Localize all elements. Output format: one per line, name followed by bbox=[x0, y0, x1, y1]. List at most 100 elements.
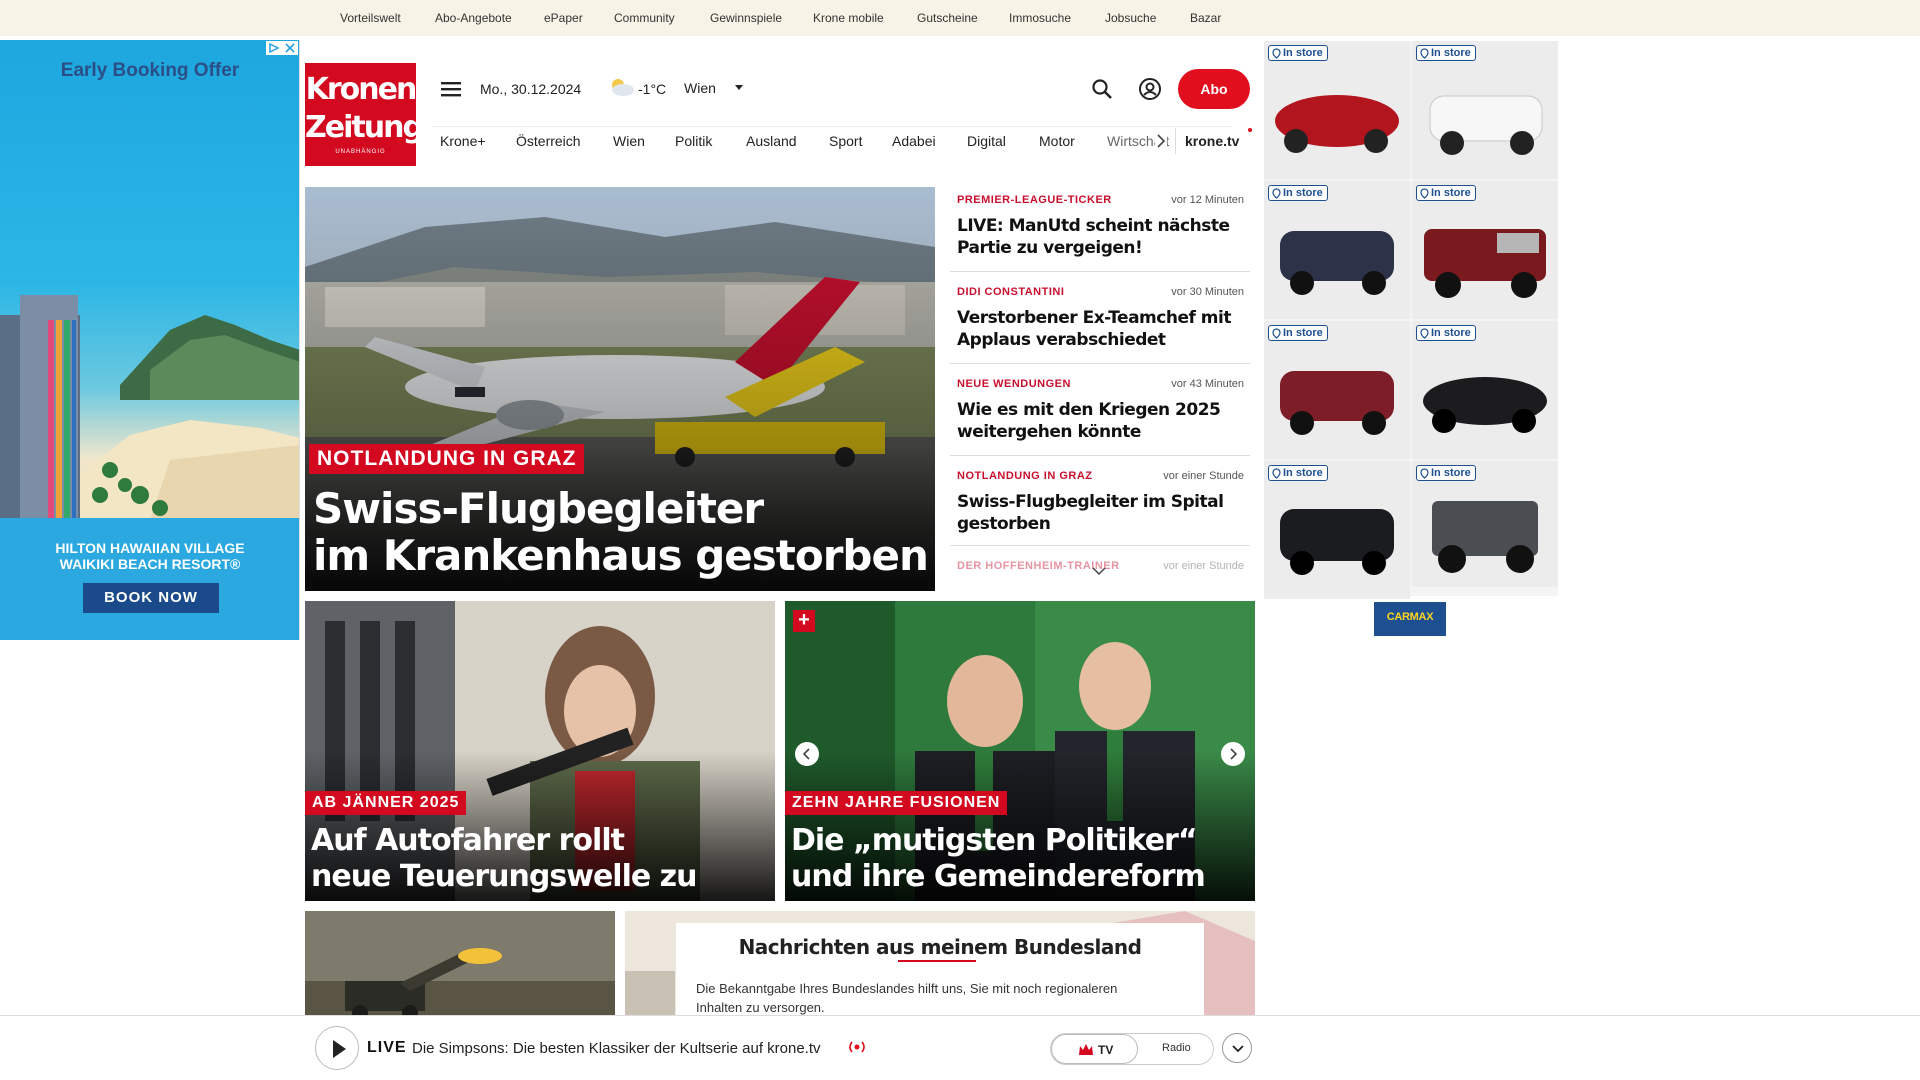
radio-toggle-option[interactable]: Radio bbox=[1162, 1042, 1191, 1054]
teaser-title[interactable]: Die „mutigsten Politiker“ und ihre Gemei… bbox=[791, 823, 1206, 895]
teaser-kicker: AB JÄNNER 2025 bbox=[305, 791, 467, 815]
chevron-down-icon bbox=[1232, 1045, 1244, 1053]
ticker-time: vor einer Stunde bbox=[1163, 560, 1244, 572]
topnav-link-jobsuche[interactable]: Jobsuche bbox=[1105, 11, 1156, 25]
ad-book-now-button[interactable]: BOOK NOW bbox=[83, 583, 219, 613]
tv-toggle-option[interactable]: TV bbox=[1051, 1034, 1138, 1064]
hero-article[interactable]: NOTLANDUNG IN GRAZ Swiss-Flugbegleiter i… bbox=[305, 187, 935, 591]
nav-item-ausland[interactable]: Ausland bbox=[746, 133, 797, 149]
car-listing-tile[interactable]: In store bbox=[1264, 321, 1410, 459]
live-stream-title[interactable]: Die Simpsons: Die besten Klassiker der K… bbox=[412, 1040, 821, 1057]
nav-item-adabei[interactable]: Adabei bbox=[892, 133, 936, 149]
hero-title[interactable]: Swiss-Flugbegleiter im Krankenhaus gesto… bbox=[313, 485, 929, 580]
carmax-logo-text: CARMAX bbox=[1386, 611, 1434, 623]
ticker-title: Swiss-Flugbegleiter im Spital gestorben bbox=[957, 492, 1224, 534]
ticker-time: vor 43 Minuten bbox=[1171, 378, 1244, 390]
topnav-link-epaper[interactable]: ePaper bbox=[544, 11, 583, 25]
ticker-item[interactable]: NEUE WENDUNGEN vor 43 Minuten Wie es mit… bbox=[950, 371, 1250, 456]
weather-cloud-sun-icon bbox=[607, 76, 635, 98]
car-listing-tile[interactable]: In store bbox=[1412, 461, 1558, 587]
carousel-next-button[interactable] bbox=[1221, 742, 1245, 766]
in-store-badge: In store bbox=[1268, 45, 1328, 61]
ticker-item[interactable]: DIDI CONSTANTINI vor 30 Minuten Verstorb… bbox=[950, 279, 1250, 364]
in-store-label: In store bbox=[1283, 47, 1323, 59]
in-store-badge: In store bbox=[1416, 185, 1476, 201]
play-button[interactable] bbox=[315, 1026, 359, 1070]
car-image-red-convertible bbox=[1264, 41, 1410, 179]
ticker-item[interactable]: NOTLANDUNG IN GRAZ vor einer Stunde Swis… bbox=[950, 463, 1250, 546]
car-listing-tile[interactable]: In store bbox=[1412, 181, 1558, 319]
topnav-link-vorteilswelt[interactable]: Vorteilswelt bbox=[340, 11, 401, 25]
expand-player-button[interactable] bbox=[1222, 1033, 1252, 1063]
car-image-black-suv bbox=[1264, 461, 1410, 599]
hero-kicker: NOTLANDUNG IN GRAZ bbox=[309, 444, 585, 474]
nav-item-motor[interactable]: Motor bbox=[1039, 133, 1075, 149]
topnav-link-gewinnspiele[interactable]: Gewinnspiele bbox=[710, 11, 782, 25]
car-image-red-pickup bbox=[1412, 181, 1558, 319]
car-listing-tile[interactable]: In store bbox=[1264, 41, 1410, 179]
user-account-icon[interactable] bbox=[1138, 77, 1162, 101]
adchoices-icon bbox=[269, 42, 280, 54]
ad-hotel-line-1: HILTON HAWAIIAN VILLAGE bbox=[55, 540, 245, 556]
live-player-bar: LIVE Die Simpsons: Die besten Klassiker … bbox=[0, 1015, 1920, 1080]
teaser-kicker: ZEHN JAHRE FUSIONEN bbox=[785, 791, 1008, 815]
nav-item-wien[interactable]: Wien bbox=[613, 133, 645, 149]
nav-item-digital[interactable]: Digital bbox=[967, 133, 1006, 149]
nav-item-politik[interactable]: Politik bbox=[675, 133, 712, 149]
car-listing-tile[interactable]: In store bbox=[1264, 181, 1410, 319]
search-icon[interactable] bbox=[1091, 78, 1113, 100]
topnav-link-gutscheine[interactable]: Gutscheine bbox=[917, 11, 978, 25]
in-store-label: In store bbox=[1283, 467, 1323, 479]
teaser-title[interactable]: Auf Autofahrer rollt neue Teuerungswelle… bbox=[311, 823, 697, 895]
topnav-link-abo-angebote[interactable]: Abo-Angebote bbox=[435, 11, 512, 25]
live-label: LIVE bbox=[367, 1039, 407, 1056]
topnav-link-bazar[interactable]: Bazar bbox=[1190, 11, 1221, 25]
broadcast-icon bbox=[846, 1038, 868, 1056]
ad-choices-badge[interactable] bbox=[266, 41, 298, 55]
logo-line-1: Kronen bbox=[305, 72, 418, 107]
car-listing-tile[interactable]: In store bbox=[1412, 41, 1558, 179]
ticker-time: vor 30 Minuten bbox=[1171, 286, 1244, 298]
logo-line-2: Zeitung bbox=[305, 110, 424, 145]
topnav-link-community[interactable]: Community bbox=[614, 11, 675, 25]
nav-item-sport[interactable]: Sport bbox=[829, 133, 862, 149]
chevron-down-icon[interactable] bbox=[734, 84, 744, 92]
bundesland-underline bbox=[898, 960, 976, 962]
crown-icon bbox=[1079, 1044, 1093, 1055]
in-store-badge: In store bbox=[1268, 185, 1328, 201]
nav-item-krone-tv[interactable]: krone.tv bbox=[1185, 133, 1239, 149]
car-listing-tile[interactable]: In store bbox=[1264, 461, 1410, 599]
location-pin-icon bbox=[1272, 47, 1281, 59]
ticker-item[interactable]: PREMIER-LEAGUE-TICKER vor 12 Minuten LIV… bbox=[950, 187, 1250, 272]
in-store-label: In store bbox=[1431, 327, 1471, 339]
carmax-logo[interactable]: CARMAX bbox=[1374, 602, 1446, 636]
close-icon[interactable] bbox=[282, 41, 298, 55]
ad-hotel-line-2: WAIKIKI BEACH RESORT® bbox=[59, 556, 241, 572]
location-pin-icon bbox=[1420, 187, 1429, 199]
teaser-article-politics[interactable]: + ZEHN JAHRE FUSIONEN Die „mutigsten Pol… bbox=[785, 601, 1255, 901]
tv-radio-toggle: TV Radio bbox=[1050, 1033, 1214, 1065]
nav-next-chevron-icon[interactable] bbox=[1155, 133, 1167, 149]
car-listing-tile[interactable]: In store bbox=[1412, 321, 1558, 459]
car-image-red-suv bbox=[1264, 321, 1410, 459]
ticker-kicker: PREMIER-LEAGUE-TICKER bbox=[957, 194, 1112, 206]
menu-icon[interactable] bbox=[441, 80, 463, 98]
location-select[interactable]: Wien bbox=[684, 80, 716, 96]
chevron-down-icon[interactable] bbox=[1091, 566, 1107, 576]
ticker-time: vor einer Stunde bbox=[1163, 470, 1244, 482]
abo-button[interactable]: Abo bbox=[1178, 69, 1250, 109]
ad-scenery-image bbox=[0, 295, 299, 520]
left-skyscraper-ad[interactable]: Early Booking Offer HILTON HAWAIIAN VILL… bbox=[0, 40, 300, 640]
krone-logo[interactable]: Kronen Zeitung UNABHÄNGIG bbox=[305, 63, 424, 166]
chevron-right-icon bbox=[1230, 748, 1238, 760]
nav-item-kroneplus[interactable]: Krone+ bbox=[440, 133, 486, 149]
topnav-link-immosuche[interactable]: Immosuche bbox=[1009, 11, 1071, 25]
nav-item-oesterreich[interactable]: Österreich bbox=[516, 133, 581, 149]
hero-title-line-2: im Krankenhaus gestorben bbox=[313, 531, 929, 580]
topnav-link-krone-mobile[interactable]: Krone mobile bbox=[813, 11, 884, 25]
teaser-article-fuel[interactable]: AB JÄNNER 2025 Auf Autofahrer rollt neue… bbox=[305, 601, 775, 901]
location-pin-icon bbox=[1272, 467, 1281, 479]
in-store-label: In store bbox=[1431, 467, 1471, 479]
ad-hotel-name: HILTON HAWAIIAN VILLAGE WAIKIKI BEACH RE… bbox=[0, 540, 299, 572]
carousel-prev-button[interactable] bbox=[795, 742, 819, 766]
